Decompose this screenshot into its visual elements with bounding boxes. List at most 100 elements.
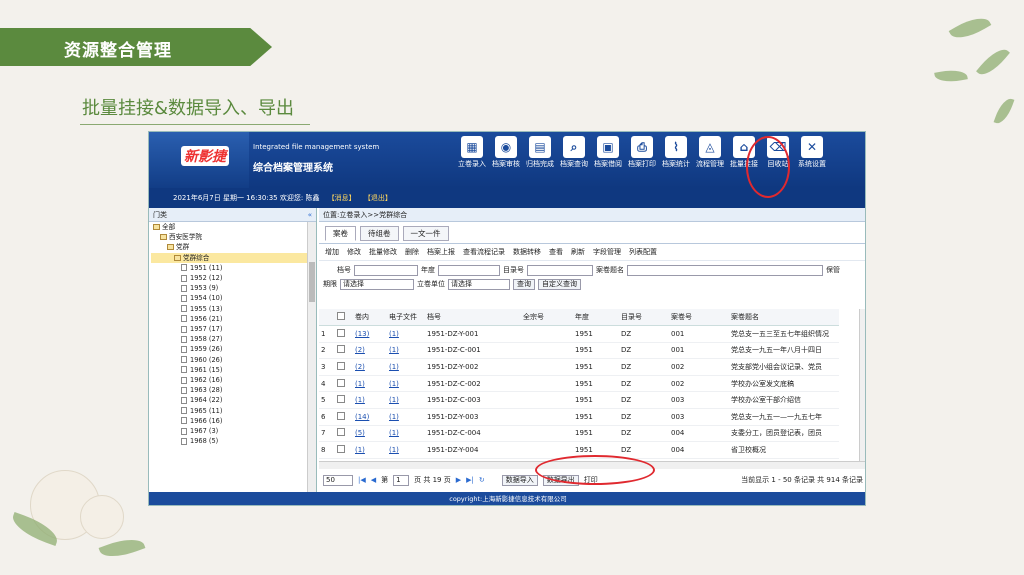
table-cell[interactable]: (1) [353,441,387,459]
count-link[interactable]: (1) [355,380,365,388]
table-cell[interactable]: (1) [353,375,387,393]
action-button[interactable]: 字段管理 [593,247,621,257]
retention-select[interactable]: 请选择 [340,278,414,290]
count-link[interactable]: (13) [355,330,369,338]
action-button[interactable]: 批量修改 [369,247,397,257]
row-checkbox[interactable] [337,328,345,337]
toolbar-button-review[interactable]: ◉ 档案审核 [489,136,523,169]
unit-select[interactable]: 请选择 [448,278,510,290]
title-input[interactable] [627,264,823,276]
count-link[interactable]: (1) [389,380,399,388]
tree-node[interactable]: 1951 (11) [151,263,316,273]
count-link[interactable]: (1) [389,446,399,454]
tree-node[interactable]: 1954 (10) [151,293,316,303]
tree-node[interactable]: 1966 (16) [151,416,316,426]
count-link[interactable]: (1) [389,363,399,371]
table-cell[interactable]: (14) [353,408,387,426]
action-button[interactable]: 数据转移 [513,247,541,257]
archive-no-input[interactable] [354,264,418,276]
select-all-checkbox[interactable] [337,312,345,321]
table-cell[interactable]: (1) [387,391,425,410]
column-header[interactable] [335,309,353,327]
custom-query-button[interactable]: 自定义查询 [538,278,581,290]
column-header[interactable]: 档号 [425,309,521,327]
column-header[interactable]: 案卷号 [669,309,729,327]
table-row[interactable]: 3 (2) (1) 1951-DZ-Y-002 1951 DZ 002 党支部党小组会议记录、… [319,358,839,376]
table-row[interactable]: 1 (13) (1) 1951-DZ-Y-001 1951 DZ 001 党总支一五三至五七年… [319,325,839,343]
tree-node[interactable]: 1952 (12) [151,273,316,283]
tree-node[interactable]: 党群 [151,242,316,252]
tree-node[interactable]: 1963 (28) [151,385,316,395]
row-checkbox[interactable] [337,345,345,354]
table-cell[interactable]: (2) [353,358,387,376]
action-button[interactable]: 查看 [549,247,563,257]
row-checkbox[interactable] [337,428,345,437]
tree-node[interactable]: 1960 (26) [151,355,316,365]
count-link[interactable]: (1) [355,446,365,454]
table-cell[interactable]: (5) [353,425,387,443]
tab-one-file[interactable]: 一文一件 [402,226,449,241]
toolbar-button-print[interactable]: ⎙ 档案打印 [625,136,659,169]
action-button[interactable]: 列表配置 [629,247,657,257]
year-input[interactable] [438,264,500,276]
refresh-icon[interactable]: ↻ [479,476,485,484]
toolbar-button-flow[interactable]: ◬ 流程管理 [693,136,727,169]
tree-node[interactable]: 1958 (27) [151,334,316,344]
table-row[interactable]: 6 (14) (1) 1951-DZ-Y-003 1951 DZ 003 党总支一九五一—一九… [319,408,839,426]
next-page-icon[interactable]: ▶ [456,476,461,484]
tree-node[interactable]: 1955 (13) [151,304,316,314]
count-link[interactable]: (1) [389,396,399,404]
row-checkbox[interactable] [337,411,345,420]
last-page-icon[interactable]: ▶| [466,476,474,484]
table-row[interactable]: 2 (2) (1) 1951-DZ-C-001 1951 DZ 001 党总支一九五一年八月十… [319,342,839,360]
count-link[interactable]: (1) [389,413,399,421]
column-header[interactable]: 目录号 [619,309,669,327]
column-header[interactable]: 案卷题名 [729,309,839,327]
tree-node[interactable]: 1962 (16) [151,375,316,385]
table-cell[interactable]: (1) [387,441,425,459]
tree-node[interactable]: 1956 (21) [151,314,316,324]
table-cell[interactable]: (13) [353,325,387,343]
logout-link[interactable]: 【退出】 [364,194,392,202]
count-link[interactable]: (1) [389,346,399,354]
row-checkbox[interactable] [337,378,345,387]
count-link[interactable]: (1) [389,330,399,338]
toolbar-button-entry[interactable]: ▦ 立卷录入 [455,136,489,169]
column-header[interactable]: 电子文件 [387,309,425,327]
action-button[interactable]: 修改 [347,247,361,257]
tree-node[interactable]: 西安医学院 [151,232,316,242]
table-cell[interactable]: (1) [387,358,425,376]
row-checkbox[interactable] [337,395,345,404]
table-cell[interactable]: (1) [353,391,387,410]
column-header[interactable] [319,309,335,327]
tree-node[interactable]: 1959 (26) [151,344,316,354]
tab-pending[interactable]: 待组卷 [360,226,399,241]
table-cell[interactable]: (1) [387,408,425,426]
count-link[interactable]: (1) [355,396,365,404]
count-link[interactable]: (1) [389,429,399,437]
column-header[interactable]: 全宗号 [521,309,573,327]
toolbar-button-settings[interactable]: ✕ 系统设置 [795,136,829,169]
row-checkbox[interactable] [337,445,345,454]
scroll-thumb[interactable] [309,262,315,302]
tree-node[interactable]: 1967 (3) [151,426,316,436]
table-cell[interactable]: (1) [387,342,425,360]
action-button[interactable]: 查看流程记录 [463,247,505,257]
count-link[interactable]: (14) [355,413,369,421]
action-button[interactable]: 删除 [405,247,419,257]
tree-scrollbar[interactable] [307,222,316,492]
table-row[interactable]: 4 (1) (1) 1951-DZ-C-002 1951 DZ 002 学校办公室发文底稿 [319,375,839,393]
column-header[interactable]: 年度 [573,309,619,327]
tab-volume[interactable]: 案卷 [325,226,356,241]
toolbar-button-query[interactable]: ⌕ 档案查询 [557,136,591,169]
toolbar-button-filed[interactable]: ▤ 归档完成 [523,136,557,169]
collapse-icon[interactable]: « [308,208,312,222]
count-link[interactable]: (5) [355,429,365,437]
query-button[interactable]: 查询 [513,278,535,290]
first-page-icon[interactable]: |◀ [358,476,366,484]
page-size-select[interactable]: 50 [323,474,353,486]
prev-page-icon[interactable]: ◀ [371,476,376,484]
toolbar-button-borrow[interactable]: ▣ 档案借阅 [591,136,625,169]
table-row[interactable]: 7 (5) (1) 1951-DZ-C-004 1951 DZ 004 支委分工，团员登记表，… [319,425,839,443]
table-row[interactable]: 5 (1) (1) 1951-DZ-C-003 1951 DZ 003 学校办公室干部介绍信 [319,391,839,410]
